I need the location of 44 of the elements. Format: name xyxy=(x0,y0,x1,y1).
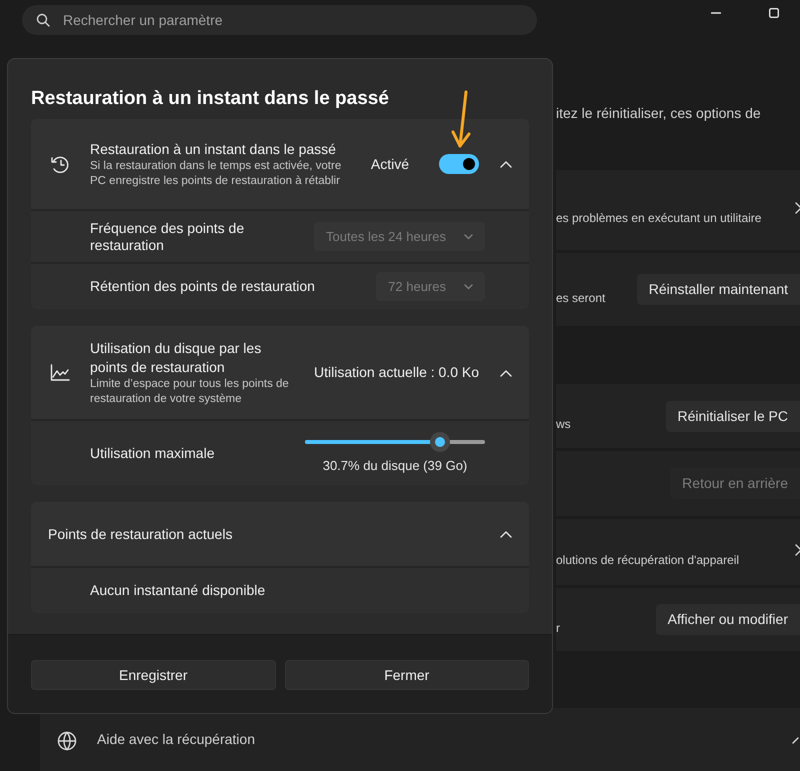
section-title: Utilisation du disque par les points de restauration xyxy=(90,338,262,376)
minimize-icon xyxy=(711,12,721,14)
row-button[interactable]: Réinstaller maintenant xyxy=(636,274,800,305)
section-description: Limite d’espace pour tous les points de restauration de votre système xyxy=(90,376,290,406)
status-text: Activé xyxy=(370,154,409,174)
dialog-button[interactable]: Fermer xyxy=(284,660,529,690)
status-text: Utilisation actuelle : 0.0 Ko xyxy=(314,363,479,382)
row-label: Aucun instantané disponible xyxy=(90,582,266,599)
description-text: itez le réinitialiser, ces options de xyxy=(556,104,761,123)
section-description: Si la restauration dans le temps est activée, votre PC enregistre les points de restauration à rétablir xyxy=(90,158,342,188)
row-text: es problèmes en exécutant un utilitaire xyxy=(556,210,762,227)
search-field[interactable]: Rechercher un paramètre xyxy=(22,5,537,35)
help-label: Aide avec la récupération xyxy=(97,730,255,749)
row-button[interactable]: Afficher ou modifier xyxy=(656,604,800,635)
slider-reading: 30.7% du disque (39 Go) xyxy=(322,457,468,476)
section-header[interactable]: Utilisation du disque par les points de restauration Limite d’espace pour tous les points de restauration de votre système Utilisation actuelle : 0.0 Ko xyxy=(31,326,529,419)
chevron-down-icon xyxy=(464,234,473,240)
history-icon xyxy=(50,154,70,174)
dialog-title: Restauration à un instant dans le passé xyxy=(30,87,390,111)
row-text: olutions de récupération d'appareil xyxy=(556,552,740,569)
row-text: es seront xyxy=(556,290,606,306)
chevron-down-icon xyxy=(464,284,473,290)
globe-icon xyxy=(57,730,77,750)
settings-row[interactable]: olutions de récupération d'appareil xyxy=(556,519,800,585)
help-row[interactable]: Aide avec la récupération xyxy=(40,708,800,771)
row-button[interactable]: Réinitialiser le PC xyxy=(666,400,800,432)
section-header[interactable]: Points de restauration actuels xyxy=(31,502,529,566)
section-title: Points de restauration actuels xyxy=(48,524,234,544)
maximize-icon xyxy=(769,8,779,18)
maximize-button[interactable] xyxy=(766,8,782,18)
row-text: r xyxy=(556,620,560,636)
row-text: ws xyxy=(556,416,571,433)
section-header[interactable]: Restauration à un instant dans le passé Si la restauration dans le temps est activée, votre PC enregistre les points de restauration à rétablir Activé xyxy=(31,119,529,209)
toggle-switch[interactable] xyxy=(439,154,479,174)
chart-icon xyxy=(50,362,70,382)
row-label: Utilisation maximale xyxy=(90,444,216,462)
row-label: Fréquence des points de restauration xyxy=(90,220,246,254)
search-icon xyxy=(36,13,50,27)
row-label: Rétention des points de restauration xyxy=(90,278,316,295)
settings-row[interactable]: es problèmes en exécutant un utilitaire xyxy=(556,170,800,250)
slider-thumb[interactable] xyxy=(430,432,450,452)
slider[interactable] xyxy=(305,432,485,452)
section-title: Restauration à un instant dans le passé xyxy=(90,140,337,158)
dialog-button[interactable]: Enregistrer xyxy=(31,660,276,690)
